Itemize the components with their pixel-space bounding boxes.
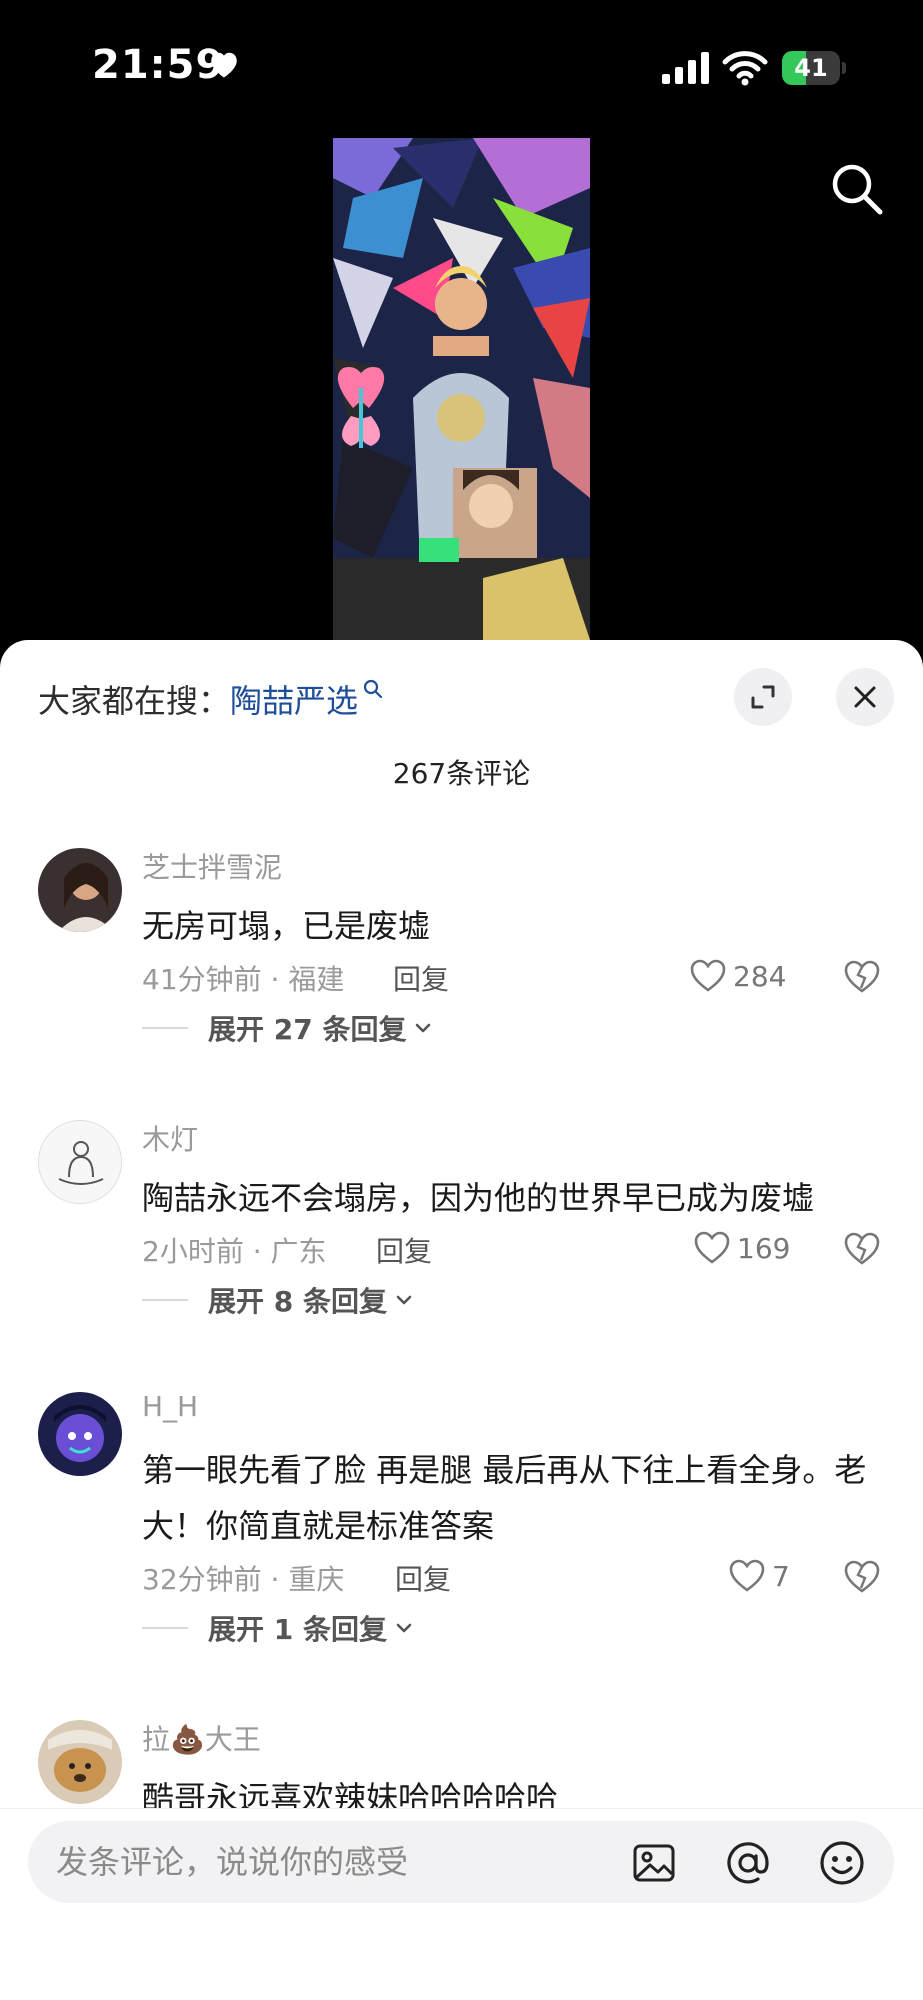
expand-replies-label: 展开 27 条回复 [208, 1013, 407, 1046]
avatar[interactable] [38, 848, 122, 932]
comment-input[interactable] [56, 1821, 616, 1903]
divider [142, 1299, 188, 1301]
comment-meta: 32分钟前 · 重庆 [142, 1563, 345, 1596]
dislike-icon[interactable] [843, 1230, 881, 1268]
like-count: 284 [733, 959, 787, 993]
chevron-down-icon [396, 1623, 412, 1633]
like-heart-icon [690, 959, 726, 992]
expand-replies-label: 展开 1 条回复 [208, 1613, 387, 1646]
comment-sheet: 大家都在搜：陶喆严选 267条评论 芝士拌雪泥 无房可塌，已是废墟 41分钟前 … [0, 640, 923, 2000]
heart-icon [211, 52, 237, 78]
like-heart-icon [694, 1231, 730, 1264]
like-count: 169 [737, 1231, 791, 1265]
image-icon[interactable] [630, 1839, 678, 1887]
like-button[interactable]: 7 [728, 1556, 790, 1596]
avatar[interactable] [38, 1720, 122, 1804]
reply-button[interactable]: 回复 [395, 1558, 451, 1598]
comment-text: 陶喆永远不会塌房，因为他的世界早已成为废墟 [142, 1179, 815, 1217]
trending-search[interactable]: 大家都在搜：陶喆严选 [38, 676, 384, 722]
username[interactable]: 拉💩大王 [142, 1718, 261, 1758]
username[interactable]: 芝士拌雪泥 [142, 846, 282, 886]
comment-meta: 2小时前 · 广东 [142, 1235, 327, 1268]
like-count: 7 [772, 1559, 790, 1593]
username[interactable]: 木灯 [142, 1118, 198, 1158]
chevron-down-icon [396, 1295, 412, 1305]
divider [142, 1027, 188, 1029]
trending-label: 大家都在搜： [38, 682, 231, 720]
emoji-icon[interactable] [818, 1839, 866, 1887]
battery-icon: 41 [782, 51, 846, 85]
status-time: 21:59 [92, 42, 225, 88]
close-sheet-button[interactable] [836, 668, 894, 726]
expand-replies-button[interactable]: 展开 1 条回复 [142, 1608, 415, 1648]
wifi-icon [722, 51, 768, 86]
expand-icon [751, 685, 775, 709]
battery-level: 41 [794, 54, 828, 82]
comment-text: 第一眼先看了脸 再是腿 最后再从下往上看全身。老大！你简直就是标准答案 [142, 1451, 867, 1545]
like-button[interactable]: 169 [693, 1228, 790, 1268]
expand-replies-button[interactable]: 展开 27 条回复 [142, 1008, 434, 1048]
trending-term[interactable]: 陶喆严选 [230, 682, 358, 720]
dislike-icon[interactable] [843, 1558, 881, 1596]
like-heart-icon [729, 1559, 765, 1592]
status-bar: 21:59 41 [0, 0, 923, 130]
video-player[interactable] [333, 138, 590, 640]
search-icon[interactable] [828, 160, 886, 218]
signal-icon [662, 52, 709, 84]
like-button[interactable]: 284 [689, 956, 786, 996]
dislike-icon[interactable] [843, 958, 881, 996]
video-frame [333, 138, 590, 640]
close-icon [854, 686, 876, 708]
avatar[interactable] [38, 1120, 122, 1204]
expand-replies-label: 展开 8 条回复 [208, 1285, 387, 1318]
divider [142, 1627, 188, 1629]
username[interactable]: H_H [142, 1390, 198, 1423]
reply-button[interactable]: 回复 [376, 1230, 432, 1270]
chevron-down-icon [416, 1023, 431, 1033]
expand-sheet-button[interactable] [734, 668, 792, 726]
comment-input-pill[interactable] [28, 1821, 894, 1903]
comment-input-bar [0, 1808, 923, 2000]
reply-button[interactable]: 回复 [393, 958, 449, 998]
comment-count: 267条评论 [392, 757, 531, 790]
search-icon [363, 679, 383, 699]
avatar[interactable] [38, 1392, 122, 1476]
at-icon[interactable] [724, 1839, 772, 1887]
comment-meta: 41分钟前 · 福建 [142, 963, 345, 996]
expand-replies-button[interactable]: 展开 8 条回复 [142, 1280, 415, 1320]
comment-text: 无房可塌，已是废墟 [142, 907, 431, 945]
